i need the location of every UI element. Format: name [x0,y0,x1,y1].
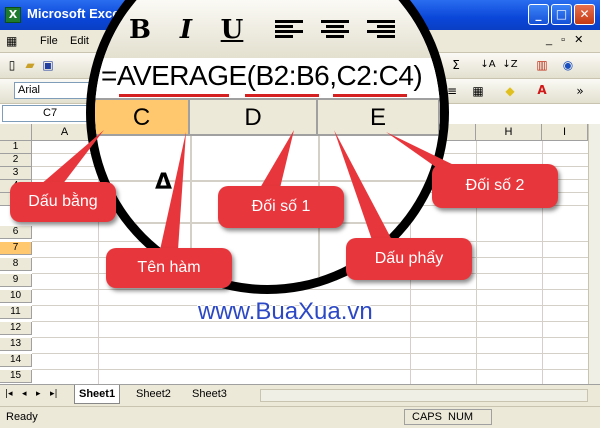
bold-button[interactable]: B [121,12,159,48]
row-header[interactable]: 2 [0,154,32,167]
column-header-i[interactable]: I [542,124,588,141]
gridline [32,369,588,370]
callout-argument-2: Đối số 2 [432,164,558,208]
last-sheet-button[interactable]: ▸| [50,389,58,399]
align-right-icon[interactable] [367,18,395,42]
align-left-icon[interactable] [275,18,303,42]
select-all-corner[interactable] [0,124,32,141]
autosum-icon[interactable]: Σ [448,57,464,73]
magnified-column-header-e[interactable]: E [318,100,440,136]
magnified-formatting-toolbar: B I U [95,0,440,60]
status-caps: CAPS [412,411,442,423]
first-sheet-button[interactable]: |◂ [5,389,13,399]
maximize-button[interactable]: □ [551,4,572,25]
horizontal-scrollbar[interactable] [260,389,588,402]
align-center-icon[interactable] [321,18,349,42]
row-header[interactable]: 10 [0,290,32,303]
callout-comma: Dấu phẩy [346,238,472,280]
argument1-underline [245,94,319,97]
excel-app-icon: X [5,7,21,23]
column-header-a[interactable]: A [32,124,98,141]
gridline [32,337,588,338]
sort-descending-icon[interactable]: ↓Z [502,57,518,73]
magnified-column-header-d[interactable]: D [190,100,318,136]
row-header[interactable]: 1 [0,141,32,154]
new-icon[interactable]: ▯ [4,57,20,73]
sheet-tab-bar: |◂ ◂ ▸ ▸| Sheet1 Sheet2 Sheet3 [0,384,600,407]
menu-edit[interactable]: Edit [70,35,89,47]
toolbar-options-icon[interactable]: » [572,83,588,99]
underline-button[interactable]: U [213,12,251,48]
row-header[interactable]: 14 [0,354,32,367]
row-header[interactable]: 12 [0,322,32,335]
chart-wizard-icon[interactable]: ▥ [534,57,550,73]
open-icon[interactable]: ▰ [22,57,38,73]
minimize-button[interactable]: _ [528,4,549,25]
row-header[interactable]: 6 [0,226,32,239]
row-header[interactable]: 8 [0,258,32,271]
row-header[interactable]: 9 [0,274,32,287]
watermark: www.BuaXua.vn [198,298,373,325]
name-box[interactable]: C7 [2,105,92,122]
save-icon[interactable]: ▣ [40,57,56,73]
status-num: NUM [448,411,474,423]
function-name-underline [119,94,229,97]
next-sheet-button[interactable]: ▸ [36,389,41,399]
prev-sheet-button[interactable]: ◂ [22,389,27,399]
status-ready: Ready [6,411,38,423]
font-name-select[interactable]: Arial [14,82,108,99]
gridline [32,289,588,290]
row-header[interactable]: 3 [0,167,32,180]
borders-icon[interactable]: ▦ [470,83,486,99]
magnified-column-header-c[interactable]: C [95,100,190,136]
tab-sheet1[interactable]: Sheet1 [74,385,121,404]
gridline [95,180,440,182]
vertical-scrollbar[interactable] [588,124,600,384]
row-header[interactable]: 11 [0,306,32,319]
workbook-window-controls[interactable]: _ ▫ ✕ [546,33,586,46]
tab-sheet3[interactable]: Sheet3 [188,385,231,403]
argument2-underline [333,94,407,97]
menu-file[interactable]: File [40,35,58,47]
font-color-icon[interactable]: A [534,82,550,98]
formula-text[interactable]: =AVERAGE(B2:B6,C2:C4) [101,60,423,92]
row-header[interactable]: 15 [0,370,32,383]
sort-ascending-icon[interactable]: ↓A [480,57,496,73]
row-header[interactable]: 13 [0,338,32,351]
callout-function-name: Tên hàm [106,248,232,288]
callout-argument-1: Đối số 1 [218,186,344,228]
close-button[interactable]: ✕ [574,4,595,25]
status-bar: Ready CAPS NUM [0,406,600,428]
help-icon[interactable]: ◉ [560,57,576,73]
row-header-selected[interactable]: 7 [0,242,32,255]
gridline [32,353,588,354]
tab-sheet2[interactable]: Sheet2 [132,385,175,403]
cell-glyph: Δ [155,170,173,195]
italic-button[interactable]: I [167,12,205,48]
magnified-formula-bar: =AVERAGE(B2:B6,C2:C4) [95,58,440,100]
indent-icon[interactable]: ≡ [444,83,460,99]
callout-equals-sign: Dấu bằng [10,182,116,222]
column-header-h[interactable]: H [476,124,542,141]
fill-color-icon[interactable]: ◆ [502,83,518,99]
workbook-icon: ▦ [6,34,18,48]
